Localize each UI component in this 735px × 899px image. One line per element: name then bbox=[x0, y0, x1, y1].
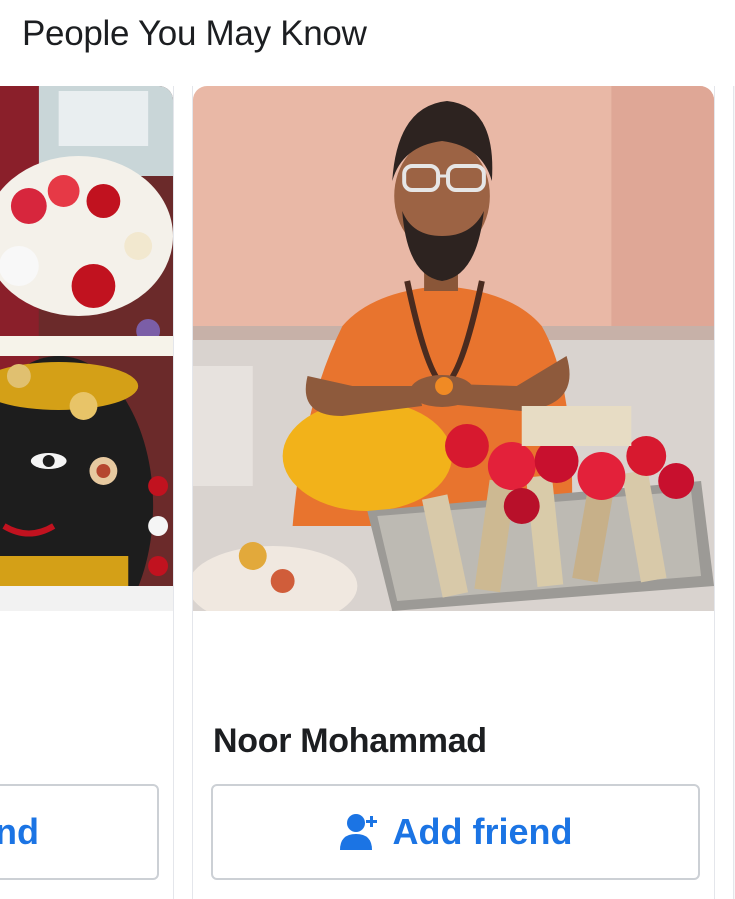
profile-photo[interactable] bbox=[193, 86, 714, 611]
profile-photo-deity[interactable] bbox=[0, 86, 173, 611]
add-friend-icon bbox=[339, 814, 377, 850]
section-title: People You May Know bbox=[22, 14, 367, 53]
add-friend-button[interactable]: Add friend bbox=[211, 784, 700, 880]
add-friend-label: Add friend bbox=[392, 811, 573, 852]
add-friend-label-previous: nd bbox=[0, 811, 39, 852]
add-friend-button-previous[interactable]: nd bbox=[0, 784, 159, 880]
suggestion-card-previous[interactable]: nd bbox=[0, 86, 174, 899]
profile-name[interactable]: Noor Mohammad bbox=[213, 722, 487, 761]
suggestion-card[interactable]: Noor Mohammad Add friend bbox=[192, 86, 715, 899]
